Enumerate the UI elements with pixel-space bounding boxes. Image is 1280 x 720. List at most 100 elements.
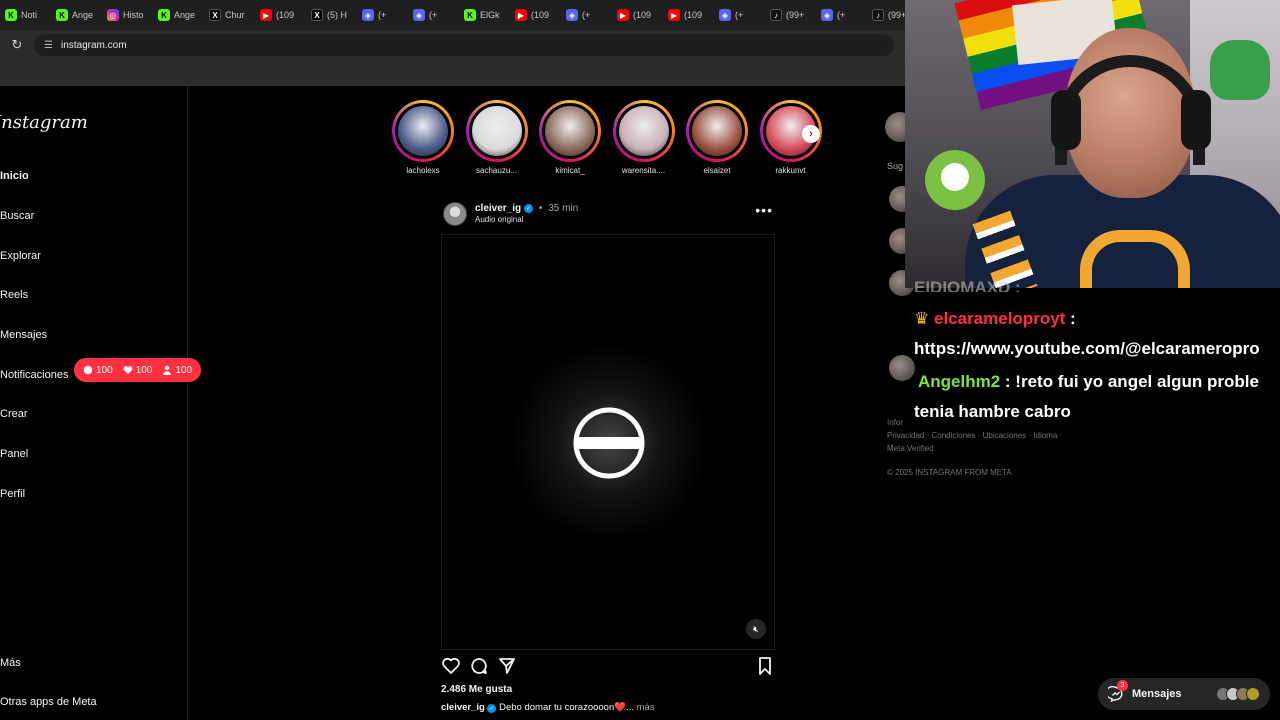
browser-tab-label: Chur [225, 10, 245, 20]
browser-tab[interactable]: ▶ (109 [255, 0, 306, 30]
browser-tab-label: (+ [429, 10, 438, 20]
notification-pill[interactable]: 100 100 100 [74, 358, 202, 382]
story-item[interactable]: kimicat_ [537, 100, 603, 175]
site-settings-icon[interactable]: ☰ [44, 40, 53, 51]
messages-badge: 3 [1117, 680, 1128, 691]
comment-bubble-icon[interactable] [469, 656, 489, 676]
chat-message-2-body: tenia hambre cabro [914, 402, 1071, 421]
chat-message-1: ♛ elcarameloproyt : [914, 309, 1076, 329]
messages-bar[interactable]: 3 Mensajes [1098, 678, 1270, 710]
instagram-logo[interactable]: Instagram [0, 112, 88, 133]
browser-tab-label: (109 [531, 10, 550, 20]
x-icon: X [311, 9, 323, 21]
post-author: cleiver_ig ✓ • 35 min [475, 203, 578, 214]
nav-reels[interactable]: Reels [0, 289, 28, 301]
like-count-text[interactable]: 2.486 Me gusta [441, 684, 512, 695]
browser-tab[interactable]: X (5) H [306, 0, 357, 30]
caption-text: Debo domar tu corazoooon❤️... [499, 702, 634, 713]
nav-panel[interactable]: Panel [0, 448, 28, 460]
kick-icon: K [56, 9, 68, 21]
browser-tab[interactable]: ◈ (+ [816, 0, 867, 30]
more-options-icon[interactable]: ••• [755, 202, 773, 218]
chevron-right-icon[interactable]: › [802, 125, 820, 143]
suggestion-avatar[interactable] [889, 355, 915, 381]
browser-tab[interactable]: ▶ (109 [510, 0, 561, 30]
story-avatar [395, 103, 451, 159]
kick-icon: K [158, 9, 170, 21]
post-audio[interactable]: Audio original [475, 215, 523, 224]
story-username: warensita.... [621, 166, 666, 175]
reload-icon[interactable]: ↻ [0, 37, 34, 53]
footer-line-3[interactable]: Meta Verified [887, 442, 1127, 455]
browser-tab[interactable]: X Chur [204, 0, 255, 30]
caption-username[interactable]: cleiver_ig [441, 702, 485, 713]
post-time-sep: • [536, 203, 546, 214]
nav-notificaciones[interactable]: Notificaciones [0, 369, 68, 381]
chat-text: !reto fui yo angel algun proble [1015, 372, 1259, 391]
nav-perfil[interactable]: Perfil [0, 488, 25, 500]
headset-cup-left [1051, 90, 1081, 150]
nav-explorar[interactable]: Explorar [0, 250, 41, 262]
browser-tab[interactable]: ◈ (+ [408, 0, 459, 30]
post-caption: cleiver_ig ✓ Debo domar tu corazoooon❤️.… [441, 702, 655, 713]
browser-tab[interactable]: ◈ (+ [357, 0, 408, 30]
nav-inicio[interactable]: Inicio [0, 170, 29, 182]
post-header: cleiver_ig ✓ • 35 min Audio original ••• [441, 198, 775, 230]
post-username[interactable]: cleiver_ig [475, 203, 521, 214]
browser-tab-label: (109 [684, 10, 703, 20]
nav-crear[interactable]: Crear [0, 408, 28, 420]
crown-icon: ♛ [914, 309, 930, 328]
omnibox[interactable]: ☰ instagram.com [34, 34, 894, 56]
post-time: 35 min [548, 203, 579, 214]
comment-count: 100 [96, 364, 113, 376]
discord-icon: ◈ [719, 9, 731, 21]
messages-label: Mensajes [1132, 688, 1182, 700]
browser-tab[interactable]: ▶ (109 [663, 0, 714, 30]
story-item[interactable]: warensita.... [611, 100, 677, 175]
browser-tab[interactable]: ♪ (99+ [765, 0, 816, 30]
post-avatar[interactable] [443, 202, 467, 226]
browser-tab[interactable]: K Ange [153, 0, 204, 30]
webcam-plush [1210, 40, 1270, 100]
discord-icon: ◈ [413, 9, 425, 21]
tiktok-icon: ♪ [872, 9, 884, 21]
browser-tab[interactable]: K Noti [0, 0, 51, 30]
copyright: © 2025 INSTAGRAM FROM META [887, 468, 1012, 477]
caption-more-link[interactable]: más [637, 702, 655, 713]
browser-tab[interactable]: ◎ Histo [102, 0, 153, 30]
story-avatar [615, 103, 672, 159]
browser-tab-label: Ange [174, 10, 196, 20]
footer-line-2[interactable]: Privacidad · Condiciones · Ubicaciones ·… [887, 429, 1127, 442]
avatar [1246, 687, 1260, 701]
browser-tab[interactable]: ▶ (109 [612, 0, 663, 30]
bookmark-icon[interactable] [755, 656, 775, 676]
webcam-toy-eye [941, 163, 969, 191]
browser-tab[interactable]: ♪ (99+ [867, 0, 905, 30]
story-item[interactable]: lacholexs [390, 100, 456, 175]
chat-message-2: Angelhm2 : !reto fui yo angel algun prob… [918, 372, 1259, 392]
media-logo-icon [573, 407, 645, 479]
browser-tab[interactable]: ◈ (+ [561, 0, 612, 30]
tiktok-icon: ♪ [770, 9, 782, 21]
nav-mas[interactable]: Más [0, 657, 21, 669]
browser-tab-label: (99+ [888, 10, 905, 20]
story-ring [392, 100, 454, 162]
nav-buscar[interactable]: Buscar [0, 210, 34, 222]
chat-sep: : [1000, 372, 1016, 391]
story-item[interactable]: elsaizet [684, 100, 750, 175]
nav-mensajes[interactable]: Mensajes [0, 329, 47, 341]
story-username: rakkunvt [775, 166, 806, 175]
share-icon[interactable] [497, 656, 517, 676]
messenger-icon: 3 [1105, 680, 1128, 703]
browser-tab[interactable]: K Ange [51, 0, 102, 30]
story-item[interactable]: sachauzu... [464, 100, 530, 175]
url-text: instagram.com [60, 39, 127, 51]
sidebar: Instagram Inicio Buscar Explorar Reels M… [0, 86, 188, 720]
headset-cup-right [1181, 90, 1211, 150]
browser-tab[interactable]: ◈ (+ [714, 0, 765, 30]
like-heart-icon[interactable] [441, 656, 461, 676]
mute-icon[interactable]: 🔇︎ [746, 619, 766, 639]
nav-otras-apps[interactable]: Otras apps de Meta [0, 696, 97, 708]
browser-tab[interactable]: K ElGk [459, 0, 510, 30]
post-media[interactable]: 🔇︎ [441, 234, 775, 650]
